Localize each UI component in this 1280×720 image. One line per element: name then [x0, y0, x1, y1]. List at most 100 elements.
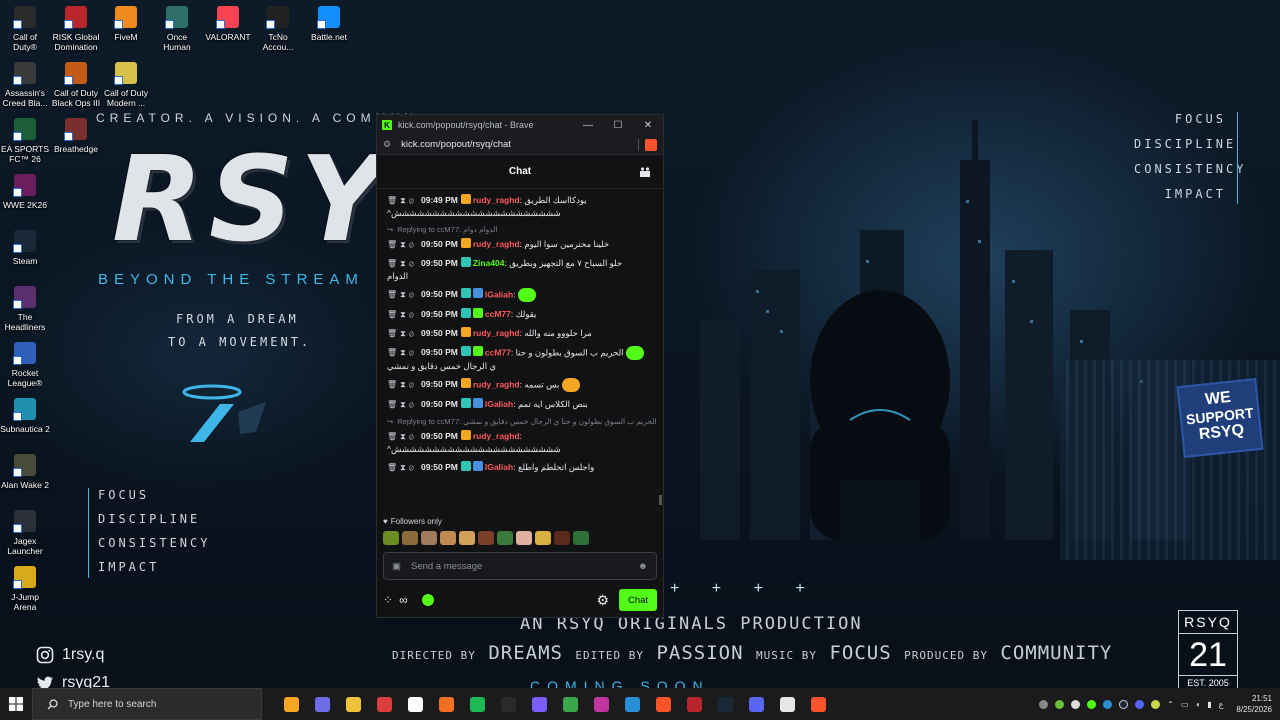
taskbar-app-icon[interactable]: [315, 696, 330, 712]
desktop-icon[interactable]: Jagex Launcher: [0, 510, 50, 556]
user-badge-icon[interactable]: [460, 461, 471, 471]
message-username[interactable]: lGaliah: [485, 289, 513, 299]
taskbar-app-icon[interactable]: [346, 696, 361, 712]
user-badge-icon[interactable]: [460, 378, 471, 389]
desktop-icon[interactable]: Rocket League®: [0, 342, 50, 388]
emote-icon[interactable]: [478, 531, 494, 545]
moderation-tools[interactable]: 🗑⧗⊘: [387, 463, 417, 472]
moderation-tools[interactable]: 🗑⧗⊘: [387, 400, 417, 409]
chat-message-list[interactable]: 🗑⧗⊘ 09:49 PM rudy_raghd: يودكااسك الطريق ^ش…: [377, 190, 663, 506]
emote-icon[interactable]: [421, 531, 437, 545]
language-indicator[interactable]: ع: [1219, 700, 1224, 709]
reply-context[interactable]: ↪ Replying to ccM77: الحريم ب السوق بطولو…: [387, 417, 657, 426]
desktop-icon[interactable]: Assassin's Creed Bla...: [0, 62, 50, 108]
desktop-icon[interactable]: Call of Duty Black Ops III: [51, 62, 101, 108]
infinity-icon[interactable]: ∞: [399, 593, 408, 607]
moderation-tools[interactable]: 🗑⧗⊘: [387, 329, 417, 338]
site-settings-icon[interactable]: ⚙: [383, 139, 391, 150]
url-text[interactable]: kick.com/popout/rsyq/chat: [401, 139, 638, 150]
user-badge-icon[interactable]: [460, 238, 471, 248]
desktop-icon[interactable]: Subnautica 2: [0, 398, 50, 434]
window-titlebar[interactable]: K kick.com/popout/rsyq/chat - Brave — ☐ …: [377, 115, 663, 135]
desktop-icon[interactable]: Call of Duty®: [0, 6, 50, 52]
send-message-input[interactable]: ▣ Send a message ☻: [383, 552, 657, 580]
user-badge-icon[interactable]: [460, 257, 471, 267]
send-message-placeholder[interactable]: Send a message: [411, 561, 638, 572]
desktop-icon[interactable]: EA SPORTS FC™ 26: [0, 118, 50, 164]
user-badge-icon[interactable]: [460, 430, 471, 440]
reply-context[interactable]: ↪ Replying to ccM77: الدوام دوام: [387, 225, 657, 234]
steam-tray-icon[interactable]: [1119, 699, 1129, 709]
message-username[interactable]: rudy_raghd: [473, 379, 520, 389]
ban-icon[interactable]: ⊘: [409, 259, 417, 268]
desktop-icon[interactable]: Steam: [0, 230, 50, 266]
chat-emote-icon[interactable]: [625, 346, 644, 360]
desktop-icon[interactable]: VALORANT: [203, 6, 253, 42]
message-username[interactable]: Zina404: [473, 258, 505, 268]
chat-message[interactable]: 🗑⧗⊘ 09:50 PM rudy_raghd: خلينا محترمين سوا…: [387, 238, 657, 251]
maximize-button[interactable]: ☐: [603, 120, 633, 131]
timeout-icon[interactable]: ⧗: [400, 329, 409, 338]
chat-emote-icon[interactable]: [561, 378, 580, 392]
moderation-tools[interactable]: 🗑⧗⊘: [387, 380, 417, 389]
moderation-tools[interactable]: 🗑⧗⊘: [387, 259, 417, 268]
chat-message[interactable]: 🗑⧗⊘ 09:50 PM lGaliah: بنص الكلاس ايه تمم: [387, 398, 657, 411]
timeout-icon[interactable]: ⧗: [400, 259, 409, 268]
settings-gear-icon[interactable]: ⚙: [596, 592, 609, 609]
minimize-button[interactable]: —: [573, 120, 603, 131]
brave-shields-icon[interactable]: [645, 138, 657, 151]
delete-icon[interactable]: 🗑: [387, 240, 400, 249]
emote-icon[interactable]: [402, 531, 418, 545]
tray-app-icon[interactable]: [1087, 699, 1097, 709]
ban-icon[interactable]: ⊘: [409, 240, 417, 249]
taskbar-app-icon[interactable]: [811, 696, 826, 712]
taskbar-app-icon[interactable]: [594, 696, 609, 712]
taskbar-app-icon[interactable]: [532, 696, 547, 712]
moderation-tools[interactable]: 🗑⧗⊘: [387, 196, 417, 205]
tray-app-icon[interactable]: [1151, 699, 1161, 709]
chat-message[interactable]: 🗑⧗⊘ 09:49 PM rudy_raghd: يودكااسك الطريق ^ش…: [387, 194, 657, 219]
taskbar-search[interactable]: Type here to search: [32, 688, 262, 720]
user-badge-icon[interactable]: [472, 346, 483, 357]
timeout-icon[interactable]: ⧗: [400, 196, 409, 205]
tray-app-icon[interactable]: [1071, 699, 1081, 709]
address-bar[interactable]: ⚙ kick.com/popout/rsyq/chat: [377, 135, 663, 155]
delete-icon[interactable]: 🗑: [387, 400, 400, 409]
message-username[interactable]: ccM77: [485, 347, 511, 357]
moderation-tools[interactable]: 🗑⧗⊘: [387, 310, 417, 319]
desktop-icon[interactable]: TcNo Accou...: [253, 6, 303, 52]
chevron-up-icon[interactable]: ⌃: [1167, 700, 1174, 709]
timeout-icon[interactable]: ⧗: [400, 240, 409, 249]
user-badge-icon[interactable]: [472, 288, 483, 299]
users-icon[interactable]: [639, 166, 651, 178]
moderation-tools[interactable]: 🗑⧗⊘: [387, 290, 417, 299]
message-username[interactable]: rudy_raghd: [473, 431, 520, 441]
chat-message[interactable]: 🗑⧗⊘ 09:50 PM rudy_raghd: ^شششششششششششششششش…: [387, 430, 657, 455]
kick-logo-icon[interactable]: [421, 594, 434, 606]
desktop-icon[interactable]: WWE 2K26: [0, 174, 50, 210]
emote-icon[interactable]: [383, 531, 399, 545]
ban-icon[interactable]: ⊘: [409, 432, 417, 441]
nvidia-icon[interactable]: [1055, 699, 1065, 709]
tray-app-icon[interactable]: [1039, 699, 1049, 709]
taskbar-app-icon[interactable]: [656, 696, 671, 712]
taskbar-app-icon[interactable]: [780, 696, 795, 712]
microphone-icon[interactable]: ▮: [1207, 700, 1211, 709]
ban-icon[interactable]: ⊘: [409, 380, 417, 389]
delete-icon[interactable]: 🗑: [387, 196, 400, 205]
user-badge-icon[interactable]: [472, 461, 483, 471]
timeout-icon[interactable]: ⧗: [400, 348, 409, 357]
delete-icon[interactable]: 🗑: [387, 290, 400, 299]
brave-popup-window[interactable]: K kick.com/popout/rsyq/chat - Brave — ☐ …: [376, 114, 664, 618]
delete-icon[interactable]: 🗑: [387, 310, 400, 319]
taskbar-app-icon[interactable]: [625, 696, 640, 712]
emoji-icon[interactable]: ☻: [638, 561, 648, 572]
chat-emote-icon[interactable]: [517, 288, 536, 302]
emote-icon[interactable]: [516, 531, 532, 545]
taskbar-app-icon[interactable]: [408, 696, 423, 712]
taskbar-app-icon[interactable]: [563, 696, 578, 712]
user-badge-icon[interactable]: [472, 308, 483, 318]
message-username[interactable]: rudy_raghd: [473, 239, 520, 249]
message-username[interactable]: lGaliah: [485, 462, 513, 472]
close-button[interactable]: ✕: [633, 120, 663, 131]
